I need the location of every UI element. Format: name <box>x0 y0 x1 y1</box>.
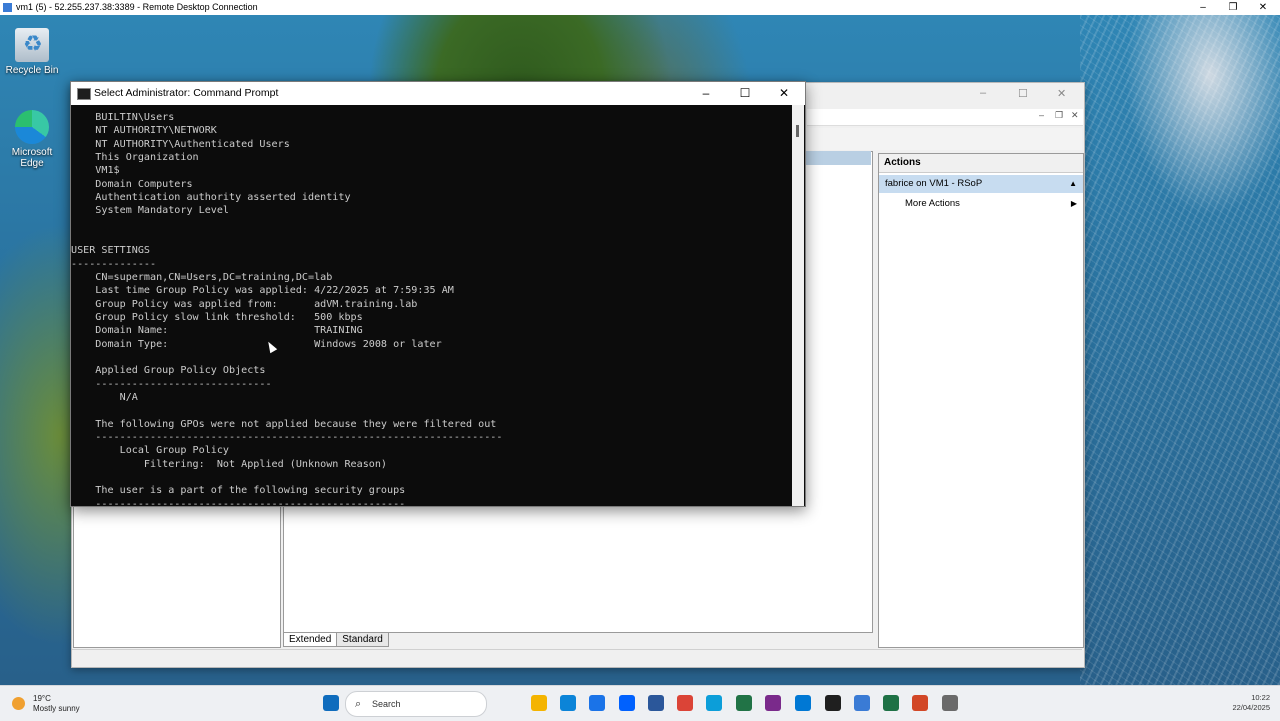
taskbar-app-icon[interactable] <box>942 695 958 711</box>
command-prompt-window[interactable]: Select Administrator: Command Prompt – ☐… <box>70 81 806 507</box>
taskbar-app-icon[interactable] <box>560 695 576 711</box>
results-header <box>805 151 871 165</box>
wallpaper-texture <box>1080 15 1280 685</box>
tab-extended[interactable]: Extended <box>283 633 338 647</box>
console-line: N/A <box>71 391 138 403</box>
rdp-title: vm1 (5) - 52.255.237.38:3389 - Remote De… <box>16 2 258 12</box>
recycle-bin-icon <box>15 28 49 62</box>
view-tabs: Extended Standard <box>283 633 389 649</box>
console-line: Group Policy was applied from: adVM.trai… <box>71 298 418 310</box>
weather-temp: 19°C <box>33 694 51 703</box>
cmd-icon <box>77 88 91 100</box>
cmd-maximize-icon[interactable]: ☐ <box>730 82 760 104</box>
actions-pane: Actions fabrice on VM1 - RSoP ▲ More Act… <box>878 153 1084 648</box>
console-line: Filtering: Not Applied (Unknown Reason) <box>71 458 388 470</box>
mmc-minimize-icon[interactable]: – <box>980 87 986 99</box>
taskbar-app-icon[interactable] <box>619 695 635 711</box>
system-clock[interactable]: 10:22 22/04/2025 <box>1224 693 1270 713</box>
mmc-status-bar <box>72 649 1082 667</box>
taskbar-app-icon[interactable] <box>795 695 811 711</box>
taskbar-app-icon[interactable] <box>589 695 605 711</box>
console-line: CN=superman,CN=Users,DC=training,DC=lab <box>71 271 333 283</box>
tab-standard[interactable]: Standard <box>336 633 389 647</box>
actions-selected-label: fabrice on VM1 - RSoP <box>885 178 983 189</box>
console-line: Last time Group Policy was applied: 4/22… <box>71 285 454 297</box>
taskbar-app-icon[interactable] <box>648 695 664 711</box>
inner-minimize-icon[interactable]: – <box>1039 110 1044 120</box>
console-line: Local Group Policy <box>71 445 230 457</box>
taskbar-app-icon[interactable] <box>323 695 339 711</box>
taskbar-app-icon[interactable] <box>883 695 899 711</box>
cmd-close-icon[interactable]: ✕ <box>769 82 799 104</box>
taskbar-search[interactable]: ⌕ Search <box>345 691 487 717</box>
inner-restore-icon[interactable]: ❐ <box>1055 110 1063 121</box>
console-line: This Organization <box>71 151 199 163</box>
minimize-icon[interactable]: – <box>1188 0 1218 15</box>
console-line: ----------------------------- <box>71 378 272 390</box>
console-line: -------------- <box>71 258 157 270</box>
remote-desktop-icon <box>3 3 12 12</box>
cmd-title-bar[interactable]: Select Administrator: Command Prompt – ☐… <box>71 82 805 105</box>
clock-time: 10:22 <box>1251 693 1270 702</box>
console-line: System Mandatory Level <box>71 205 230 217</box>
taskbar-app-icon[interactable] <box>825 695 841 711</box>
console-line: The following GPOs were not applied beca… <box>71 418 497 430</box>
taskbar-app-icon[interactable] <box>765 695 781 711</box>
console-line: VM1$ <box>71 165 120 177</box>
collapse-up-icon[interactable]: ▲ <box>1069 175 1077 193</box>
taskbar-app-icon[interactable] <box>736 695 752 711</box>
rdp-title-bar: vm1 (5) - 52.255.237.38:3389 - Remote De… <box>0 0 1280 15</box>
recycle-bin-label: Recycle Bin <box>5 65 59 76</box>
console-line: ----------------------------------------… <box>71 498 406 506</box>
taskbar-app-icon[interactable] <box>677 695 693 711</box>
clock-date: 22/04/2025 <box>1232 703 1270 712</box>
taskbar: 19°C Mostly sunny ⌕ Search 10:22 22/04/2… <box>0 685 1280 721</box>
console-line: Domain Name: TRAINING <box>71 325 363 337</box>
search-placeholder: Search <box>372 699 401 709</box>
console-output[interactable]: BUILTIN\Users NT AUTHORITY\NETWORK NT AU… <box>71 105 791 506</box>
console-line: Domain Type: Windows 2008 or later <box>71 338 442 350</box>
search-icon: ⌕ <box>355 698 362 710</box>
console-line: NT AUTHORITY\Authenticated Users <box>71 138 290 150</box>
console-line: ----------------------------------------… <box>71 431 503 443</box>
more-actions-label: More Actions <box>905 198 960 209</box>
mmc-close-icon[interactable]: ✕ <box>1057 87 1066 100</box>
edge-label: Microsoft Edge <box>11 147 53 169</box>
more-actions-item[interactable]: More Actions ▶ <box>879 195 1083 213</box>
actions-selected-item[interactable]: fabrice on VM1 - RSoP ▲ <box>879 175 1083 193</box>
restore-icon[interactable]: ❐ <box>1218 0 1248 15</box>
console-line: Domain Computers <box>71 178 193 190</box>
taskbar-app-icon[interactable] <box>706 695 722 711</box>
recycle-bin-shortcut[interactable]: Recycle Bin <box>0 28 64 76</box>
scrollbar-thumb[interactable] <box>796 125 799 137</box>
close-icon[interactable]: ✕ <box>1248 0 1278 15</box>
submenu-arrow-icon: ▶ <box>1070 199 1077 208</box>
console-line: NT AUTHORITY\NETWORK <box>71 125 217 137</box>
console-line: BUILTIN\Users <box>71 112 175 123</box>
cmd-minimize-icon[interactable]: – <box>691 82 721 104</box>
cmd-scrollbar[interactable] <box>792 105 804 506</box>
mmc-maximize-icon[interactable]: ☐ <box>1018 87 1028 100</box>
actions-header: Actions <box>879 154 1083 173</box>
console-line: USER SETTINGS <box>71 245 151 257</box>
inner-close-icon[interactable]: ✕ <box>1071 110 1079 121</box>
taskbar-app-icon[interactable] <box>854 695 870 711</box>
console-line: Applied Group Policy Objects <box>71 365 266 377</box>
sun-icon <box>12 697 25 710</box>
console-line: Group Policy slow link threshold: 500 kb… <box>71 311 363 323</box>
cmd-title: Select Administrator: Command Prompt <box>94 87 279 99</box>
console-line: The user is a part of the following secu… <box>71 485 406 497</box>
weather-condition: Mostly sunny <box>33 704 80 713</box>
console-line: Authentication authority asserted identi… <box>71 191 351 203</box>
edge-shortcut[interactable]: Microsoft Edge <box>0 110 64 169</box>
taskbar-app-icon[interactable] <box>531 695 547 711</box>
taskbar-app-icon[interactable] <box>912 695 928 711</box>
edge-icon <box>15 110 49 144</box>
